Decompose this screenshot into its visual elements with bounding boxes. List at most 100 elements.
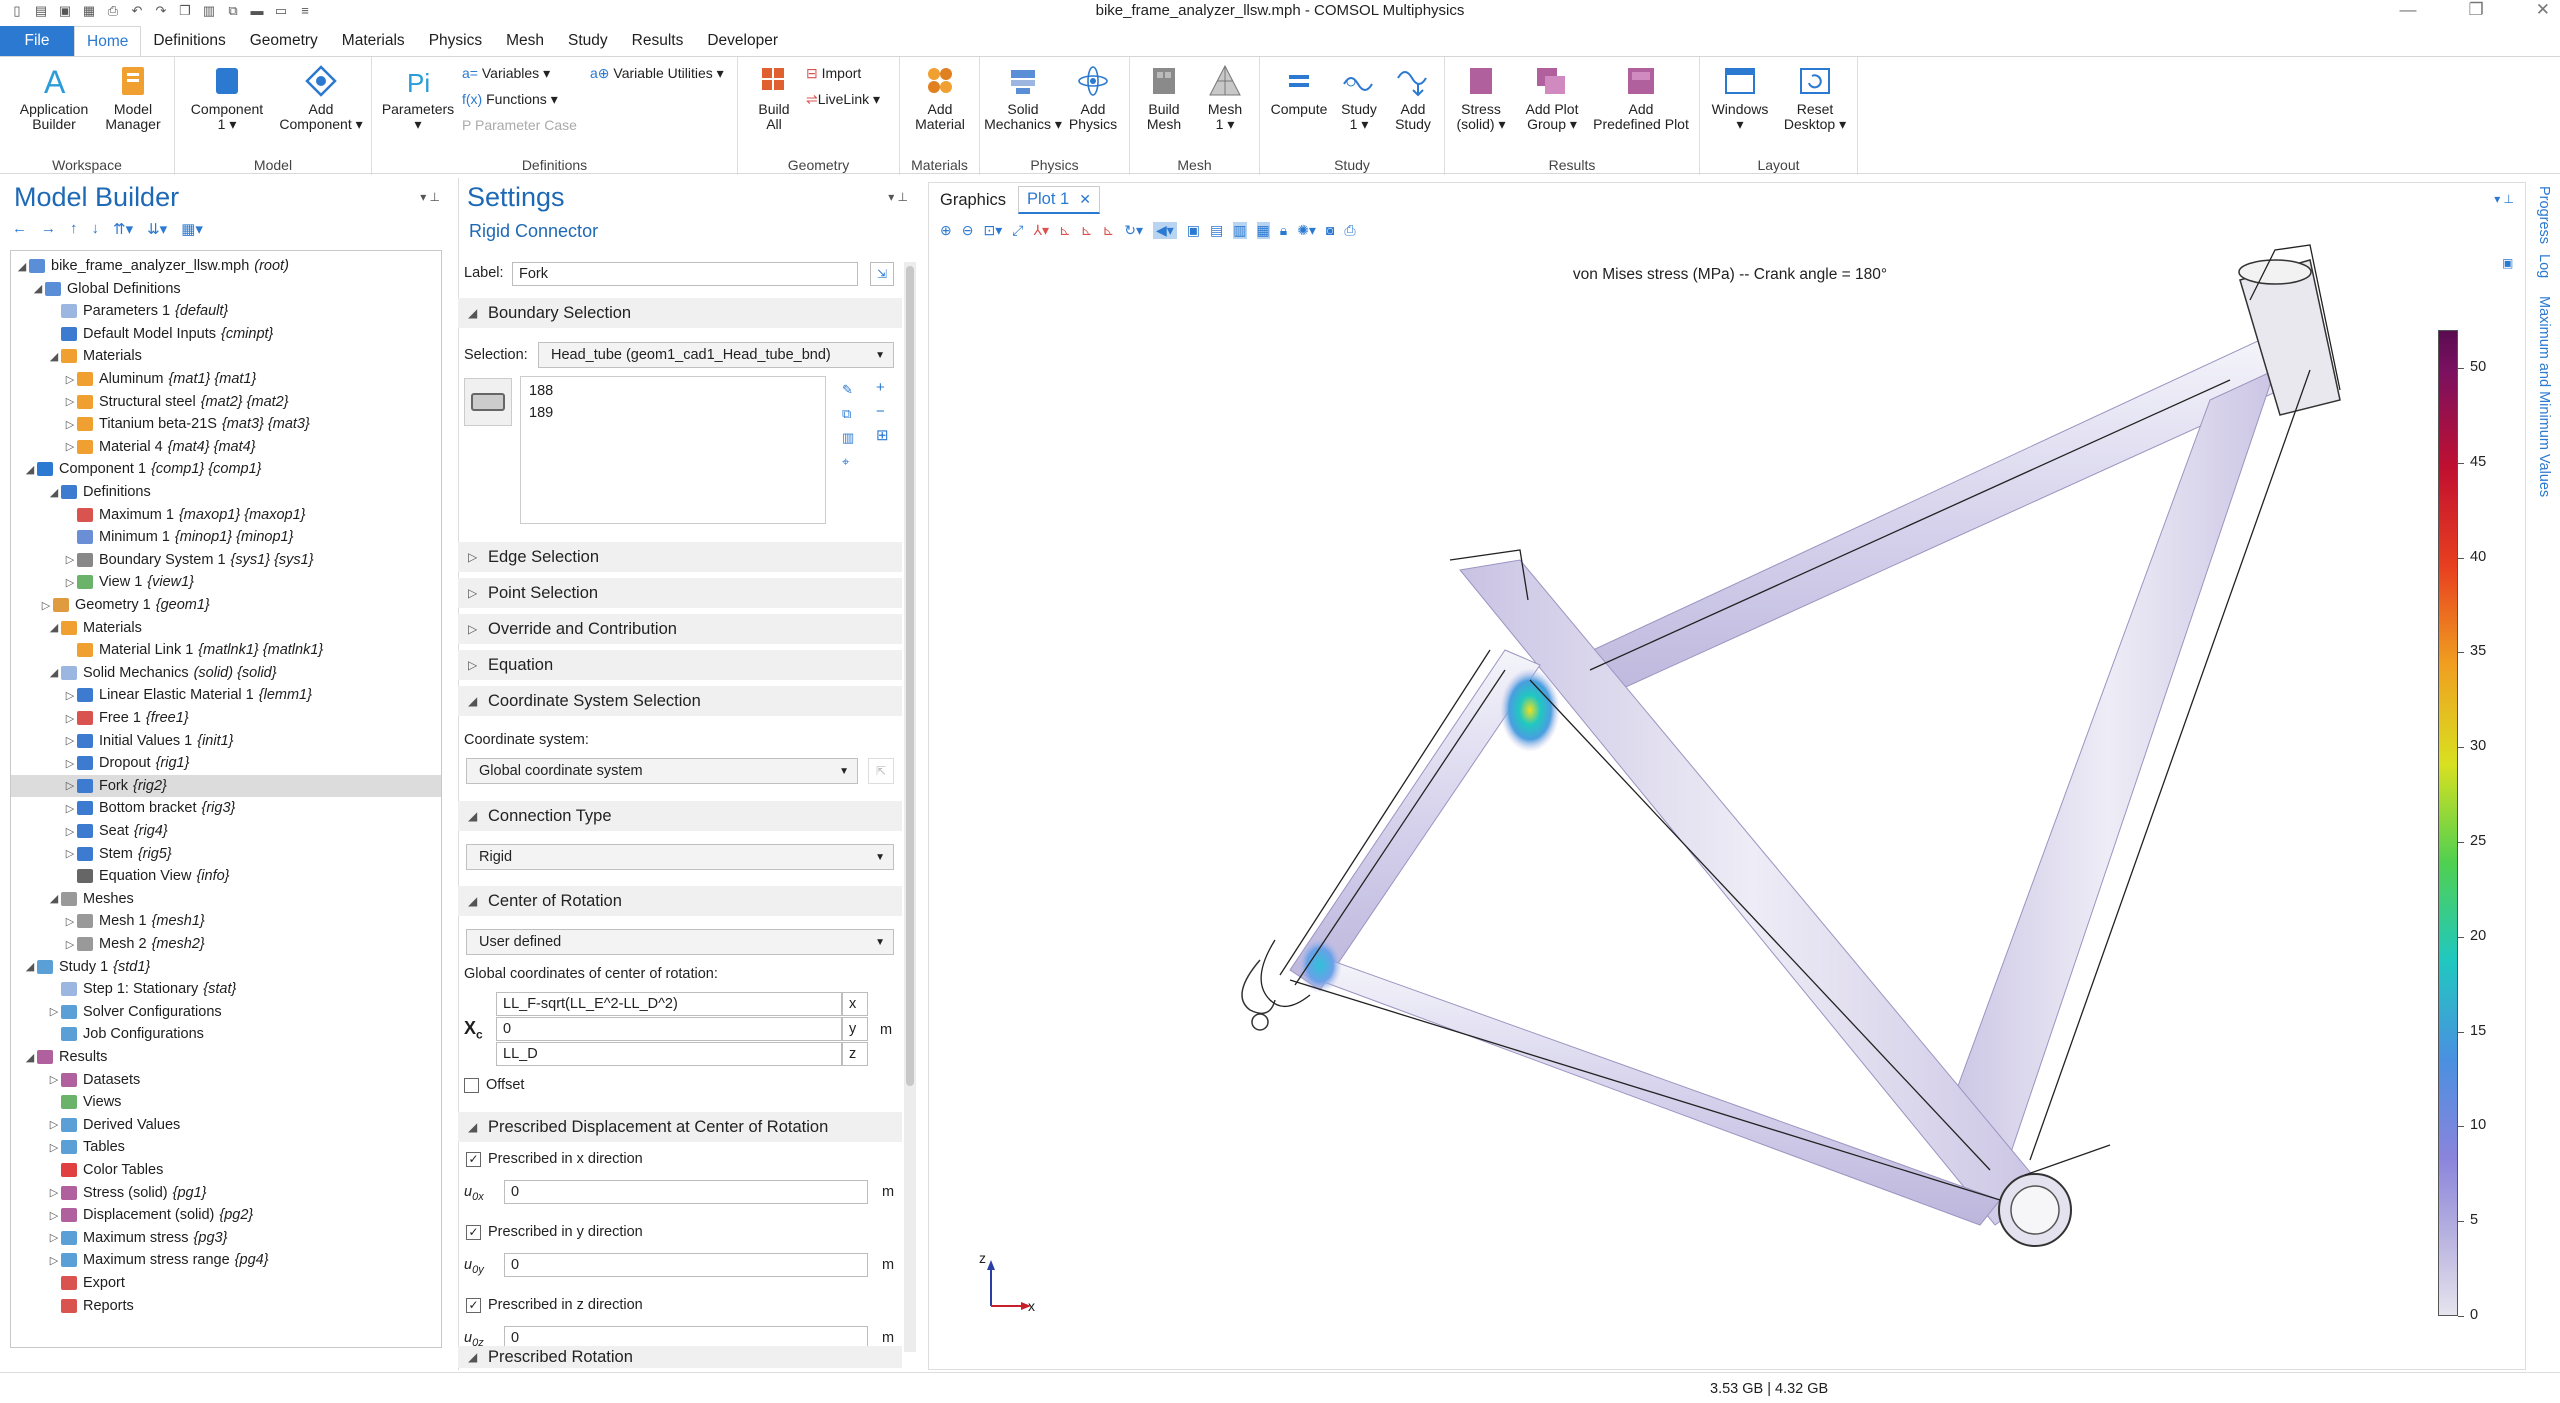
expand-toggle-icon[interactable]: ▷ (63, 915, 77, 928)
rename-icon[interactable]: ⇲ (870, 262, 894, 286)
selection-item[interactable]: 189 (529, 405, 553, 421)
close-tab-icon[interactable]: ✕ (1079, 191, 1091, 208)
tree-item[interactable]: ▷ Structural steel {mat2} {mat2} (11, 391, 441, 413)
expand-toggle-icon[interactable]: ▷ (63, 553, 77, 566)
tree-item[interactable]: ▷ Aluminum {mat1} {mat1} (11, 368, 441, 390)
show-axis-icon[interactable]: ▦ (1256, 222, 1270, 239)
expand-toggle-icon[interactable]: ▷ (47, 1231, 61, 1244)
solid-mechanics-button[interactable]: Solid Mechanics ▾ (984, 63, 1062, 132)
expand-toggle-icon[interactable]: ▷ (63, 779, 77, 792)
tree-item[interactable]: ◢ Global Definitions (11, 278, 441, 300)
expand-toggle-icon[interactable]: ▷ (63, 395, 77, 408)
prescribed-value-field[interactable]: 0 (504, 1253, 868, 1277)
expand-toggle-icon[interactable]: ▷ (63, 373, 77, 386)
expand-toggle-icon[interactable]: ▷ (47, 1073, 61, 1086)
tree-item[interactable]: ▷ Linear Elastic Material 1 {lemm1} (11, 684, 441, 706)
tree-item[interactable]: ◢ Component 1 {comp1} {comp1} (11, 458, 441, 480)
expand-toggle-icon[interactable]: ◢ (23, 1051, 37, 1064)
tree-item[interactable]: ◢ Study 1 {std1} (11, 956, 441, 978)
model-tree[interactable]: ◢ bike_frame_analyzer_llsw.mph (root) ◢ Glob… (10, 250, 442, 1348)
tree-item[interactable]: Export (11, 1272, 441, 1294)
expand-toggle-icon[interactable]: ◢ (47, 486, 61, 499)
tree-item[interactable]: Color Tables (11, 1159, 441, 1181)
paint-icon[interactable]: ✎ (842, 378, 856, 402)
stress-plot-button[interactable]: Stress (solid) ▾ (1449, 63, 1513, 132)
component-button[interactable]: Component 1 ▾ (179, 63, 275, 132)
model-manager-button[interactable]: Model Manager (98, 63, 168, 132)
tab-materials[interactable]: Materials (330, 26, 417, 56)
add-study-button[interactable]: Add Study (1384, 63, 1442, 132)
tree-item[interactable]: Material Link 1 {matlnk1} {matlnk1} (11, 639, 441, 661)
expand-toggle-icon[interactable]: ▷ (63, 938, 77, 951)
tree-item[interactable]: ▷ Derived Values (11, 1114, 441, 1136)
up-icon[interactable]: ↑ (70, 220, 78, 238)
section-prescribed-rotation[interactable]: ◢ Prescribed Rotation (458, 1346, 902, 1368)
paste-selection-icon[interactable]: ▥ (842, 426, 856, 450)
prescribed-checkbox[interactable]: ✓ (466, 1225, 481, 1240)
close-icon[interactable]: ✕ (2536, 0, 2550, 20)
side-tab-log[interactable]: Log (2536, 254, 2552, 278)
mesh-button[interactable]: Mesh 1 ▾ (1194, 63, 1256, 132)
expand-toggle-icon[interactable]: ▷ (63, 576, 77, 589)
expand-toggle-icon[interactable]: ▷ (47, 1005, 61, 1018)
create-selection-icon[interactable]: ⊞ (876, 424, 889, 448)
tree-item[interactable]: ▷ Bottom bracket {rig3} (11, 797, 441, 819)
xc-y-field[interactable]: 0 (496, 1017, 842, 1041)
tree-item[interactable]: Minimum 1 {minop1} {minop1} (11, 526, 441, 548)
windows-button[interactable]: Windows ▾ (1704, 63, 1776, 132)
tab-study[interactable]: Study (556, 26, 620, 56)
expand-toggle-icon[interactable]: ◢ (47, 892, 61, 905)
tree-item[interactable]: ▷ Stem {rig5} (11, 843, 441, 865)
tree-item[interactable]: ◢ Solid Mechanics (solid) {solid} (11, 662, 441, 684)
expand-toggle-icon[interactable]: ◢ (31, 282, 45, 295)
expand-toggle-icon[interactable]: ▷ (63, 440, 77, 453)
axis-orientation-icon[interactable]: ⅄▾ (1033, 222, 1049, 239)
add-physics-button[interactable]: Add Physics (1060, 63, 1126, 132)
expand-toggle-icon[interactable]: ▷ (63, 825, 77, 838)
transparency-icon[interactable]: ▣ (1187, 222, 1200, 239)
tab-physics[interactable]: Physics (417, 26, 494, 56)
expand-toggle-icon[interactable]: ◢ (23, 463, 37, 476)
file-menu[interactable]: File (0, 26, 74, 56)
add-icon[interactable]: + (876, 376, 889, 400)
tab-plot-1[interactable]: Plot 1 ✕ (1018, 186, 1100, 214)
down-icon[interactable]: ↓ (92, 220, 100, 238)
side-tab-progress[interactable]: Progress (2536, 186, 2552, 244)
tree-item[interactable]: ▷ Mesh 1 {mesh1} (11, 910, 441, 932)
panel-menu-icon[interactable]: ▾ ⊥ (2494, 192, 2514, 206)
select-mode-icon[interactable]: ◀▾ (1153, 222, 1177, 239)
tree-item[interactable]: ▷ Geometry 1 {geom1} (11, 594, 441, 616)
tree-item[interactable]: Parameters 1 {default} (11, 300, 441, 322)
tree-item[interactable]: Maximum 1 {maxop1} {maxop1} (11, 504, 441, 526)
wireframe-icon[interactable]: ▤ (1210, 222, 1223, 239)
section-override[interactable]: ▷ Override and Contribution (458, 614, 902, 644)
tab-graphics[interactable]: Graphics (932, 186, 1014, 214)
expand-toggle-icon[interactable]: ▷ (47, 1209, 61, 1222)
livelink-button[interactable]: ⇌LiveLink ▾ (806, 91, 880, 108)
section-connection-type[interactable]: ◢ Connection Type (458, 801, 902, 831)
chat-icon[interactable]: ▣ (2502, 256, 2513, 270)
tab-developer[interactable]: Developer (695, 26, 790, 56)
xc-x-field[interactable]: LL_F-sqrt(LL_E^2-LL_D^2) (496, 992, 842, 1016)
add-component-button[interactable]: Add Component ▾ (273, 63, 369, 132)
xc-z-field[interactable]: LL_D (496, 1042, 842, 1066)
section-equation[interactable]: ▷ Equation (458, 650, 902, 680)
selection-item[interactable]: 188 (529, 383, 553, 399)
section-edge-selection[interactable]: ▷ Edge Selection (458, 542, 902, 572)
connection-type-dropdown[interactable]: Rigid ▼ (466, 844, 894, 870)
show-grid-icon[interactable]: ▥ (1233, 222, 1247, 239)
tree-item[interactable]: ◢ Materials (11, 617, 441, 639)
add-predefined-plot-button[interactable]: Add Predefined Plot (1585, 63, 1697, 132)
copy-selection-icon[interactable]: ⧉ (842, 402, 856, 426)
back-icon[interactable]: ← (12, 220, 27, 238)
tree-item[interactable]: ▷ Datasets (11, 1069, 441, 1091)
section-boundary-selection[interactable]: ◢ Boundary Selection (458, 298, 902, 328)
section-center-of-rotation[interactable]: ◢ Center of Rotation (458, 886, 902, 916)
tree-item[interactable]: ◢ bike_frame_analyzer_llsw.mph (root) (11, 255, 441, 277)
view-zx-icon[interactable]: ⊾ (1103, 222, 1115, 239)
collapse-icon[interactable]: ⇊▾ (147, 220, 167, 238)
section-coordinate-system[interactable]: ◢ Coordinate System Selection (458, 686, 902, 716)
expand-toggle-icon[interactable]: ▷ (63, 712, 77, 725)
tree-item[interactable]: ▷ Fork {rig2} (11, 774, 441, 797)
forward-icon[interactable]: → (41, 220, 56, 238)
